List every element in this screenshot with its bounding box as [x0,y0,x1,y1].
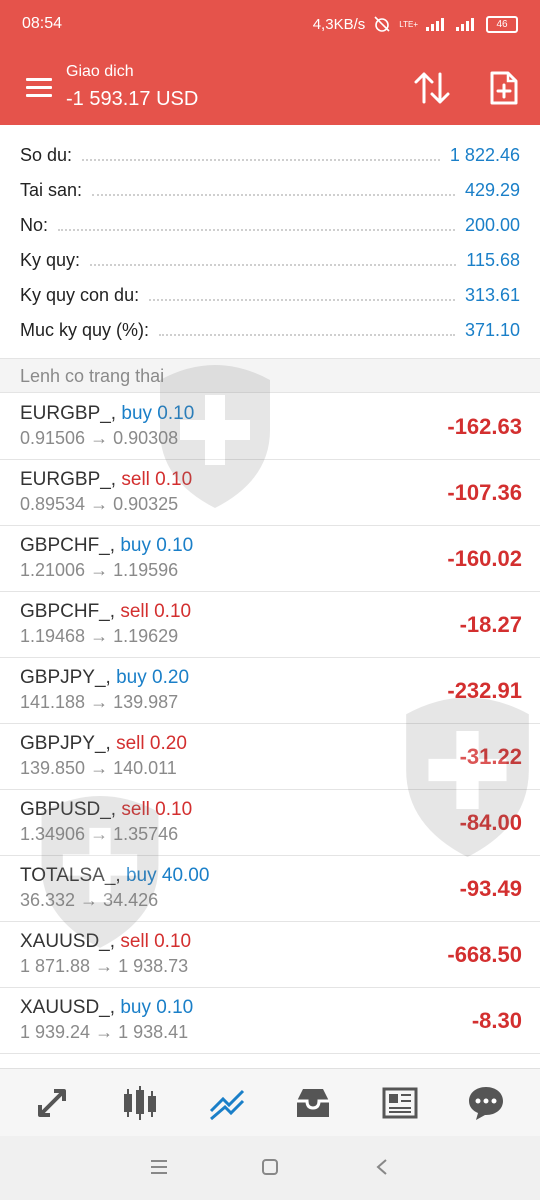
order-row[interactable]: GBPCHF_, sell 0.10 1.19468 → 1.19629 -18.2… [0,592,540,658]
order-profit: -668.50 [447,942,522,967]
order-prices: 139.850 → 140.011 [20,758,177,778]
back-icon[interactable] [374,1156,390,1178]
order-row[interactable]: EURGBP_, buy 0.10 0.91506 → 0.90308 -162.6… [0,394,540,460]
order-list: EURGBP_, buy 0.10 0.91506 → 0.90308 -162.6… [0,394,540,1054]
order-side: sell 0.10 [120,931,192,952]
order-row[interactable]: XAUUSD_, sell 0.10 1 871.88 → 1 938.73 -66… [0,922,540,988]
order-row[interactable]: GBPJPY_, buy 0.20 141.188 → 139.987 -232.9… [0,658,540,724]
network-speed: 4,3KB/s [312,15,366,33]
app-bar: Giao dich -1 593.17 USD [0,50,540,125]
trade-icon[interactable] [207,1083,247,1123]
order-side: sell 0.10 [121,469,193,490]
bottom-nav [0,1068,540,1137]
order-side: buy 0.10 [120,997,194,1018]
menu-icon[interactable] [26,78,52,98]
order-profit: -8.30 [471,1008,522,1033]
order-prices: 0.89534 → 0.90325 [20,494,179,514]
order-profit: -232.91 [447,678,522,703]
summary-row: Ky quy: 115.68 [20,250,520,270]
order-prices: 1.21006 → 1.19596 [20,560,179,580]
order-profit: -84.00 [459,810,522,835]
page-title: Giao dich [66,63,134,80]
chat-icon[interactable] [466,1083,506,1123]
order-row[interactable]: XAUUSD_, buy 0.10 1 939.24 → 1 938.41 -8.3… [0,988,540,1054]
order-row[interactable]: GBPUSD_, sell 0.10 1.34906 → 1.35746 -84.0… [0,790,540,856]
order-prices: 141.188 → 139.987 [20,692,179,712]
order-prices: 36.332 → 34.426 [20,890,159,910]
order-row[interactable]: GBPCHF_, buy 0.10 1.21006 → 1.19596 -160.0… [0,526,540,592]
order-prices: 1 871.88 → 1 938.73 [20,956,189,976]
alarm-off-icon [374,16,390,32]
sort-icon[interactable] [412,70,452,106]
section-header: Lenh co trang thai [0,358,540,393]
order-side: sell 0.10 [121,799,193,820]
order-prices: 0.91506 → 0.90308 [20,428,179,448]
system-nav-bar [0,1136,540,1200]
new-order-icon[interactable] [488,70,520,106]
order-row[interactable]: EURGBP_, sell 0.10 0.89534 → 0.90325 -107.… [0,460,540,526]
order-side: buy 40.00 [125,865,210,886]
summary-row: No: 200.00 [20,215,520,235]
order-profit: -18.27 [459,612,522,637]
order-profit: -107.36 [447,480,522,505]
summary-row: Ky quy con du: 313.61 [20,285,520,305]
order-profit: -31.22 [459,744,522,769]
news-icon[interactable] [380,1083,420,1123]
order-prices: 1.34906 → 1.35746 [20,824,179,844]
signal-icon [426,17,448,31]
lte-label: LTE+ [399,19,418,29]
history-icon[interactable] [293,1083,333,1123]
account-summary: So du: 1 822.46 Tai san: 429.29 No: 200.00 … [0,138,540,348]
order-profit: -160.02 [447,546,522,571]
chart-icon[interactable] [120,1083,160,1123]
order-profit: -162.63 [447,414,522,439]
order-profit: -93.49 [459,876,522,901]
order-side: buy 0.10 [120,535,194,556]
home-icon[interactable] [260,1156,280,1178]
order-row[interactable]: GBPJPY_, sell 0.20 139.850 → 140.011 -31.2… [0,724,540,790]
order-side: buy 0.10 [121,403,195,424]
order-row[interactable]: TOTALSA_, buy 40.00 36.332 → 34.426 -93.49 [0,856,540,922]
order-prices: 1 939.24 → 1 938.41 [20,1022,189,1042]
summary-row: Tai san: 429.29 [20,180,520,200]
quotes-icon[interactable] [32,1083,72,1123]
order-side: sell 0.10 [120,601,192,622]
order-side: sell 0.20 [116,733,187,754]
recents-icon[interactable] [150,1156,168,1178]
header-balance: -1 593.17 USD [66,88,199,110]
order-prices: 1.19468 → 1.19629 [20,626,179,646]
order-side: buy 0.20 [116,667,190,688]
signal-icon-2 [456,17,478,31]
status-bar: 08:54 4,3KB/s LTE+ 46 [0,0,540,50]
battery-icon: 46 [486,15,518,33]
summary-row: So du: 1 822.46 [20,145,520,165]
summary-row: Muc ky quy (%): 371.10 [20,320,520,340]
status-time: 08:54 [22,15,63,32]
